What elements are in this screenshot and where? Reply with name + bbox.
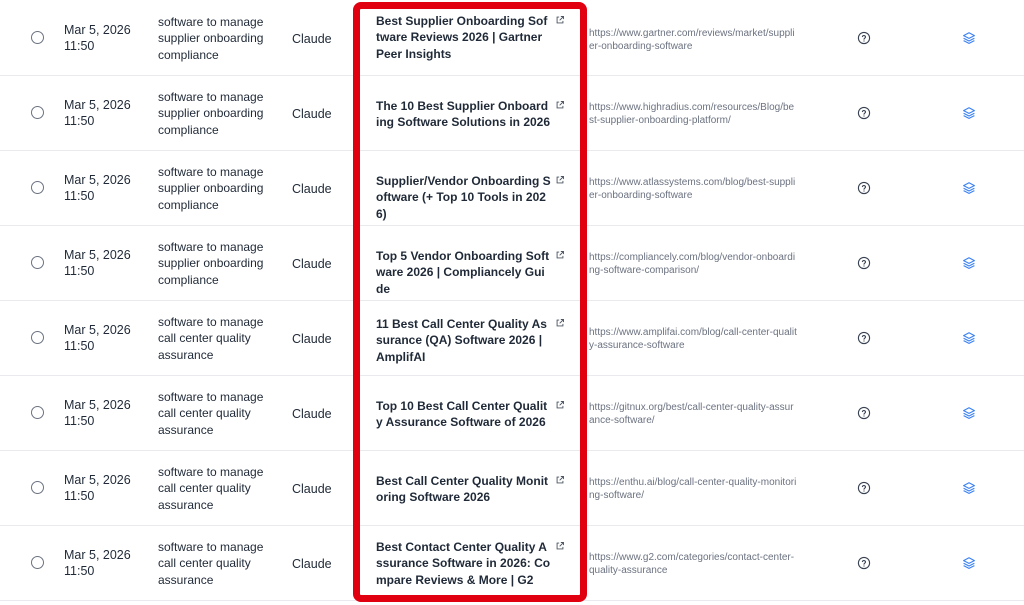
model-cell: Claude xyxy=(292,557,332,571)
date-cell: Mar 5, 2026 11:50 xyxy=(64,473,131,503)
model-cell: Claude xyxy=(292,32,332,46)
source-title-link[interactable]: The 10 Best Supplier Onboarding Software… xyxy=(376,98,566,131)
external-link-icon[interactable] xyxy=(555,318,565,328)
table-row: Mar 5, 2026 11:50 software to manage sup… xyxy=(0,151,1024,226)
table-row: Mar 5, 2026 11:50 software to manage sup… xyxy=(0,226,1024,301)
date-cell: Mar 5, 2026 11:50 xyxy=(64,98,131,128)
external-link-icon[interactable] xyxy=(555,475,565,485)
results-table: Mar 5, 2026 11:50 software to manage sup… xyxy=(0,0,1024,605)
question-circle-icon[interactable] xyxy=(857,331,871,345)
question-circle-icon[interactable] xyxy=(857,106,871,120)
model-cell: Claude xyxy=(292,107,332,121)
query-cell: software to manage supplier onboarding c… xyxy=(158,15,264,62)
source-title[interactable]: Supplier/Vendor Onboarding Software (+ T… xyxy=(376,173,551,222)
question-circle-icon[interactable] xyxy=(857,31,871,45)
source-title-link[interactable]: Top 10 Best Call Center Quality Assuranc… xyxy=(376,398,566,431)
model-cell: Claude xyxy=(292,332,332,346)
question-circle-icon[interactable] xyxy=(857,256,871,270)
model-cell: Claude xyxy=(292,257,332,271)
layers-icon[interactable] xyxy=(962,31,976,45)
date-cell: Mar 5, 2026 11:50 xyxy=(64,548,131,578)
query-cell: software to manage call center quality a… xyxy=(158,315,264,362)
question-circle-icon[interactable] xyxy=(857,181,871,195)
source-title[interactable]: 11 Best Call Center Quality Assurance (Q… xyxy=(376,316,551,365)
external-link-icon[interactable] xyxy=(555,400,565,410)
source-url[interactable]: https://www.highradius.com/resources/Blo… xyxy=(589,101,799,127)
row-select-radio[interactable] xyxy=(31,556,44,569)
source-title-link[interactable]: Best Contact Center Quality Assurance So… xyxy=(376,539,566,588)
source-title[interactable]: Best Supplier Onboarding Software Review… xyxy=(376,13,551,62)
layers-icon[interactable] xyxy=(962,406,976,420)
source-url[interactable]: https://gitnux.org/best/call-center-qual… xyxy=(589,401,799,427)
question-circle-icon[interactable] xyxy=(857,481,871,495)
source-title[interactable]: Top 10 Best Call Center Quality Assuranc… xyxy=(376,398,551,431)
row-select-radio[interactable] xyxy=(31,106,44,119)
query-cell: software to manage call center quality a… xyxy=(158,390,264,437)
layers-icon[interactable] xyxy=(962,256,976,270)
layers-icon[interactable] xyxy=(962,181,976,195)
row-select-radio[interactable] xyxy=(31,406,44,419)
question-circle-icon[interactable] xyxy=(857,556,871,570)
date-cell: Mar 5, 2026 11:50 xyxy=(64,323,131,353)
date-cell: Mar 5, 2026 11:50 xyxy=(64,398,131,428)
source-url[interactable]: https://www.g2.com/categories/contact-ce… xyxy=(589,551,799,577)
external-link-icon[interactable] xyxy=(555,100,565,110)
query-cell: software to manage call center quality a… xyxy=(158,540,264,587)
row-select-radio[interactable] xyxy=(31,256,44,269)
external-link-icon[interactable] xyxy=(555,15,565,25)
table-row: Mar 5, 2026 11:50 software to manage cal… xyxy=(0,526,1024,601)
external-link-icon[interactable] xyxy=(555,250,565,260)
source-title-link[interactable]: Top 5 Vendor Onboarding Software 2026 | … xyxy=(376,248,566,297)
model-cell: Claude xyxy=(292,482,332,496)
row-select-radio[interactable] xyxy=(31,181,44,194)
query-cell: software to manage call center quality a… xyxy=(158,465,264,512)
external-link-icon[interactable] xyxy=(555,541,565,551)
source-url[interactable]: https://enthu.ai/blog/call-center-qualit… xyxy=(589,476,799,502)
date-cell: Mar 5, 2026 11:50 xyxy=(64,173,131,203)
source-url[interactable]: https://www.gartner.com/reviews/market/s… xyxy=(589,27,799,53)
source-title[interactable]: Best Contact Center Quality Assurance So… xyxy=(376,539,551,588)
external-link-icon[interactable] xyxy=(555,175,565,185)
table-row: Mar 5, 2026 11:50 software to manage sup… xyxy=(0,1,1024,76)
source-title[interactable]: The 10 Best Supplier Onboarding Software… xyxy=(376,98,551,131)
source-title[interactable]: Best Call Center Quality Monitoring Soft… xyxy=(376,473,551,506)
layers-icon[interactable] xyxy=(962,106,976,120)
layers-icon[interactable] xyxy=(962,331,976,345)
date-cell: Mar 5, 2026 11:50 xyxy=(64,23,131,53)
source-title-link[interactable]: Supplier/Vendor Onboarding Software (+ T… xyxy=(376,173,566,222)
source-url[interactable]: https://compliancely.com/blog/vendor-onb… xyxy=(589,251,799,277)
table-row: Mar 5, 2026 11:50 software to manage sup… xyxy=(0,76,1024,151)
source-title-link[interactable]: 11 Best Call Center Quality Assurance (Q… xyxy=(376,316,566,365)
date-cell: Mar 5, 2026 11:50 xyxy=(64,248,131,278)
query-cell: software to manage supplier onboarding c… xyxy=(158,240,264,287)
table-row: Mar 5, 2026 11:50 software to manage cal… xyxy=(0,451,1024,526)
row-select-radio[interactable] xyxy=(31,331,44,344)
model-cell: Claude xyxy=(292,182,332,196)
row-select-radio[interactable] xyxy=(31,481,44,494)
table-row: Mar 5, 2026 11:50 software to manage cal… xyxy=(0,301,1024,376)
source-title-link[interactable]: Best Supplier Onboarding Software Review… xyxy=(376,13,566,62)
source-url[interactable]: https://www.amplifai.com/blog/call-cente… xyxy=(589,326,799,352)
layers-icon[interactable] xyxy=(962,481,976,495)
source-title-link[interactable]: Best Call Center Quality Monitoring Soft… xyxy=(376,473,566,506)
query-cell: software to manage supplier onboarding c… xyxy=(158,90,264,137)
table-row: Mar 5, 2026 11:50 software to manage cal… xyxy=(0,376,1024,451)
source-title[interactable]: Top 5 Vendor Onboarding Software 2026 | … xyxy=(376,248,551,297)
row-select-radio[interactable] xyxy=(31,31,44,44)
question-circle-icon[interactable] xyxy=(857,406,871,420)
model-cell: Claude xyxy=(292,407,332,421)
layers-icon[interactable] xyxy=(962,556,976,570)
source-url[interactable]: https://www.atlassystems.com/blog/best-s… xyxy=(589,176,799,202)
query-cell: software to manage supplier onboarding c… xyxy=(158,165,264,212)
